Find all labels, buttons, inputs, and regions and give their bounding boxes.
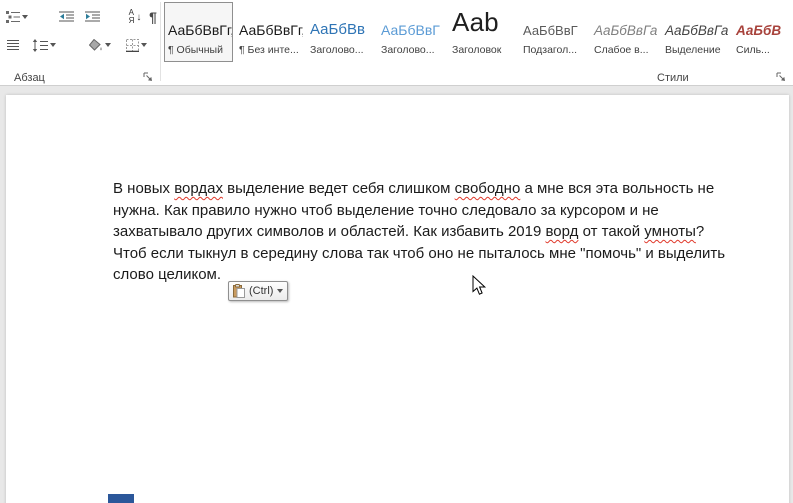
paragraph-group: АЯ ↓ ¶ Абзац	[0, 0, 160, 86]
paragraph-group-label: Абзац	[14, 72, 45, 84]
borders-icon	[125, 38, 139, 52]
increase-indent-button[interactable]	[80, 5, 104, 29]
text-segment: Чтоб если тыкнул в середину слова так чт…	[113, 244, 726, 262]
style-item-9[interactable]: АаБбВ Силь...	[732, 2, 793, 62]
line-spacing-button[interactable]	[28, 33, 60, 57]
decrease-indent-button[interactable]	[54, 5, 78, 29]
style-label: ¶ Обычный	[168, 44, 223, 56]
style-item-3[interactable]: АаБбВв Заголово...	[306, 2, 375, 62]
style-item-4[interactable]: АаБбВвГ Заголово...	[377, 2, 446, 62]
styles-group: АаБбВвГг, ¶ Обычный АаБбВвГг, ¶ Без инте...…	[162, 0, 793, 86]
style-preview: АаБбВвГа	[594, 23, 658, 38]
style-item-7[interactable]: АаБбВвГа Слабое в...	[590, 2, 659, 62]
text-segment: слово целиком.	[113, 266, 222, 283]
style-preview: АаБбВ	[736, 23, 782, 38]
text-segment: захватывало других символов и областей. …	[113, 223, 546, 240]
style-label: ¶ Без инте...	[239, 44, 299, 56]
style-preview: Ааb	[452, 7, 499, 37]
text-line[interactable]: захватывало других символов и областей. …	[113, 221, 745, 243]
shading-button[interactable]	[84, 33, 116, 57]
document-paragraph: В новых вордах выделение ведет себя слиш…	[113, 178, 745, 286]
ribbon: АЯ ↓ ¶ Абзац АаБбВвГг, ¶ Обычный АаБбВвГ…	[0, 0, 793, 86]
borders-button[interactable]	[120, 33, 152, 57]
sort-letters-icon: АЯ	[128, 8, 135, 25]
text-segment: В новых	[113, 180, 175, 197]
style-item-5[interactable]: Ааb Заголовок	[448, 2, 517, 62]
style-preview: АаБбВвГ	[381, 22, 440, 38]
sort-down-arrow-icon: ↓	[136, 11, 142, 23]
paragraph-group-footer: Абзац	[0, 70, 160, 84]
justify-button[interactable]	[2, 33, 24, 57]
line-spacing-icon	[32, 38, 48, 52]
style-preview: АаБбВвГг,	[239, 22, 303, 38]
style-label: Силь...	[736, 44, 770, 56]
styles-group-footer: Стили	[162, 70, 793, 84]
paste-options-label: (Ctrl)	[249, 285, 274, 297]
text-line[interactable]: В новых вордах выделение ведет себя слиш…	[113, 178, 745, 200]
text-line[interactable]: слово целиком.	[113, 264, 745, 286]
misspelled-word: вордах	[174, 180, 223, 197]
style-preview: АаБбВв	[310, 21, 365, 38]
text-segment: а мне вся эта вольность не	[520, 180, 715, 197]
style-item-1[interactable]: АаБбВвГг, ¶ Обычный	[164, 2, 233, 62]
multilevel-list-button[interactable]	[2, 5, 32, 29]
paste-options-button[interactable]: (Ctrl)	[228, 281, 289, 301]
style-label: Выделение	[665, 44, 721, 56]
show-formatting-marks-button[interactable]: ¶	[146, 5, 160, 29]
text-line[interactable]: Чтоб если тыкнул в середину слова так чт…	[113, 243, 745, 265]
style-preview: АаБбВвГг,	[168, 22, 232, 38]
styles-gallery: АаБбВвГг, ¶ Обычный АаБбВвГг, ¶ Без инте...…	[164, 2, 793, 65]
dropdown-arrow-icon	[140, 43, 147, 47]
multilevel-list-icon	[6, 11, 20, 23]
dropdown-arrow-icon	[50, 43, 56, 47]
document-area: В новых вордах выделение ведет себя слиш…	[0, 86, 793, 503]
misspelled-word: свободно	[454, 180, 521, 197]
text-segment: выделение ведет себя слишком	[222, 180, 455, 197]
group-separator	[160, 2, 161, 81]
document-page[interactable]: В новых вордах выделение ведет себя слиш…	[6, 95, 789, 503]
misspelled-word: ворд	[545, 223, 579, 240]
increase-indent-icon	[84, 11, 100, 22]
style-label: Слабое в...	[594, 44, 649, 56]
decrease-indent-icon	[58, 11, 74, 22]
styles-dialog-launcher-icon[interactable]	[776, 72, 788, 84]
text-segment: нужна. Как правило нужно чтоб выделение …	[113, 201, 659, 219]
style-label: Заголовок	[452, 44, 502, 56]
style-preview: АаБбВвГа	[665, 23, 729, 38]
sort-button[interactable]: АЯ ↓	[122, 5, 148, 29]
misspelled-word: умноты	[644, 223, 696, 240]
styles-group-label: Стили	[657, 72, 689, 84]
style-label: Подзагол...	[523, 44, 578, 56]
pilcrow-icon: ¶	[149, 9, 157, 25]
dropdown-arrow-icon	[22, 15, 28, 19]
paint-bucket-icon	[89, 38, 102, 51]
style-item-8[interactable]: АаБбВвГа Выделение	[661, 2, 730, 62]
blue-fragment	[108, 494, 134, 503]
dropdown-arrow-icon	[105, 43, 111, 47]
text-segment: от такой	[578, 223, 645, 240]
text-segment: ?	[695, 223, 705, 240]
style-label: Заголово...	[310, 44, 364, 56]
style-preview: АаБбВвГ	[523, 23, 578, 38]
dropdown-arrow-icon	[277, 289, 284, 293]
style-label: Заголово...	[381, 44, 435, 56]
clipboard-icon	[233, 284, 245, 298]
style-item-2[interactable]: АаБбВвГг, ¶ Без инте...	[235, 2, 304, 62]
text-line[interactable]: нужна. Как правило нужно чтоб выделение …	[113, 200, 745, 222]
style-item-6[interactable]: АаБбВвГ Подзагол...	[519, 2, 588, 62]
paragraph-dialog-launcher-icon[interactable]	[143, 72, 155, 84]
justify-icon	[7, 40, 19, 50]
